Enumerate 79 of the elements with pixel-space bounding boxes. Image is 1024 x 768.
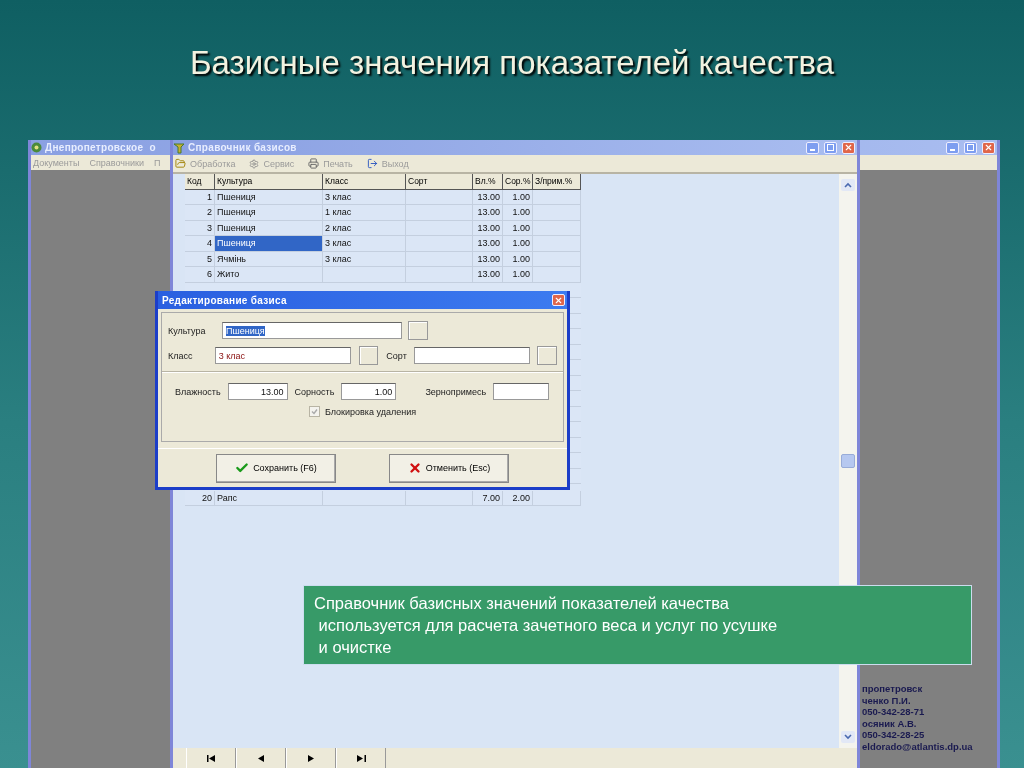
previous-record-button[interactable] <box>236 748 286 768</box>
table-cell: 13.00 <box>473 205 503 221</box>
close-button[interactable] <box>552 294 565 306</box>
check-icon <box>235 461 250 475</box>
class-field[interactable]: 3 клас <box>214 347 351 364</box>
sort-field[interactable] <box>414 347 531 364</box>
printer-icon <box>308 158 320 169</box>
info-line: ченко П.И. <box>862 694 912 706</box>
table-cell: 3 клас <box>323 236 406 252</box>
info-line: пропетровск <box>862 683 924 695</box>
close-button[interactable] <box>982 141 995 154</box>
table-cell: Пшениця <box>215 205 323 221</box>
maximize-icon <box>827 144 834 151</box>
table-cell: 1.00 <box>503 267 533 283</box>
column-header[interactable]: Сорт <box>406 174 473 190</box>
scroll-thumb[interactable] <box>841 454 855 468</box>
last-record-button[interactable] <box>336 748 386 768</box>
next-record-button[interactable] <box>286 748 336 768</box>
next-icon <box>308 754 314 762</box>
cross-icon <box>407 461 422 475</box>
table-cell: 1 клас <box>323 205 406 221</box>
minimize-button[interactable] <box>806 141 819 154</box>
dialog-title: Редактирование базиса <box>162 294 287 306</box>
info-line: eldorado@atlantis.dp.ua <box>862 740 974 752</box>
last-icon <box>356 754 366 762</box>
maximize-icon <box>967 144 974 151</box>
save-button[interactable]: Сохранить (F6) <box>216 453 336 483</box>
column-header[interactable]: З/прим.% <box>533 174 581 190</box>
minimize-button[interactable] <box>946 141 959 154</box>
callout-text: Справочник базисных значений показателей качества используется для расчета зачетного веса и услуг по усушке и очистке <box>314 593 779 658</box>
browse-button[interactable] <box>537 346 557 365</box>
first-record-button[interactable] <box>186 748 236 768</box>
column-header[interactable]: Сор.% <box>503 174 533 190</box>
browse-button[interactable] <box>358 346 379 365</box>
column-header[interactable]: Код <box>185 174 215 190</box>
table-cell: Пшениця <box>215 236 323 252</box>
exit-icon <box>366 158 378 169</box>
moisture-field[interactable]: 13.00 <box>227 383 288 400</box>
close-button[interactable] <box>842 141 855 154</box>
column-header[interactable]: Класс <box>323 174 406 190</box>
first-icon <box>206 754 216 762</box>
scroll-up-icon[interactable] <box>841 179 855 191</box>
cancel-button[interactable]: Отменить (Esc) <box>389 453 509 483</box>
field-label: Класс <box>168 350 194 361</box>
checkbox-label: Блокировка удаления <box>324 406 417 417</box>
info-line: 050-342-28-71 <box>862 706 926 718</box>
maximize-button[interactable] <box>964 141 977 154</box>
table-cell: 4 <box>185 236 215 252</box>
table-cell: 2 <box>185 205 215 221</box>
browse-button[interactable] <box>408 321 428 340</box>
table-cell: 1.00 <box>503 236 533 252</box>
info-line: осяник А.В. <box>862 717 918 729</box>
table-cell: 1.00 <box>503 205 533 221</box>
table-cell: Жито <box>215 267 323 283</box>
slide-title: Базисные значения показателей качества <box>188 44 836 82</box>
admixture-field[interactable] <box>493 383 550 400</box>
column-header[interactable]: Вл.% <box>473 174 503 190</box>
field-label: Сорность <box>294 386 335 397</box>
table-cell: 13.00 <box>473 236 503 252</box>
field-label: Культура <box>168 325 207 336</box>
culture-field[interactable]: Пшениця <box>222 322 402 339</box>
table-cell: 13.00 <box>473 267 503 283</box>
folder-icon <box>175 158 186 169</box>
info-line: 050-342-28-25 <box>862 729 926 741</box>
column-header[interactable]: Культура <box>215 174 323 190</box>
previous-icon <box>258 754 264 762</box>
app-icon <box>31 142 42 153</box>
window-title: Днепропетровское о <box>45 142 156 153</box>
field-label: Влажность <box>175 386 221 397</box>
maximize-button[interactable] <box>824 141 837 154</box>
gear-icon <box>249 158 260 169</box>
field-label: Сорт <box>386 350 408 361</box>
table-cell: 6 <box>185 267 215 283</box>
window-title: Справочник базисов <box>188 142 297 153</box>
scroll-down-icon[interactable] <box>841 731 855 743</box>
weeds-field[interactable]: 1.00 <box>341 383 397 400</box>
app-icon <box>173 141 185 154</box>
field-value: Пшениця <box>226 325 265 336</box>
field-label: Зернопримесь <box>425 386 487 397</box>
